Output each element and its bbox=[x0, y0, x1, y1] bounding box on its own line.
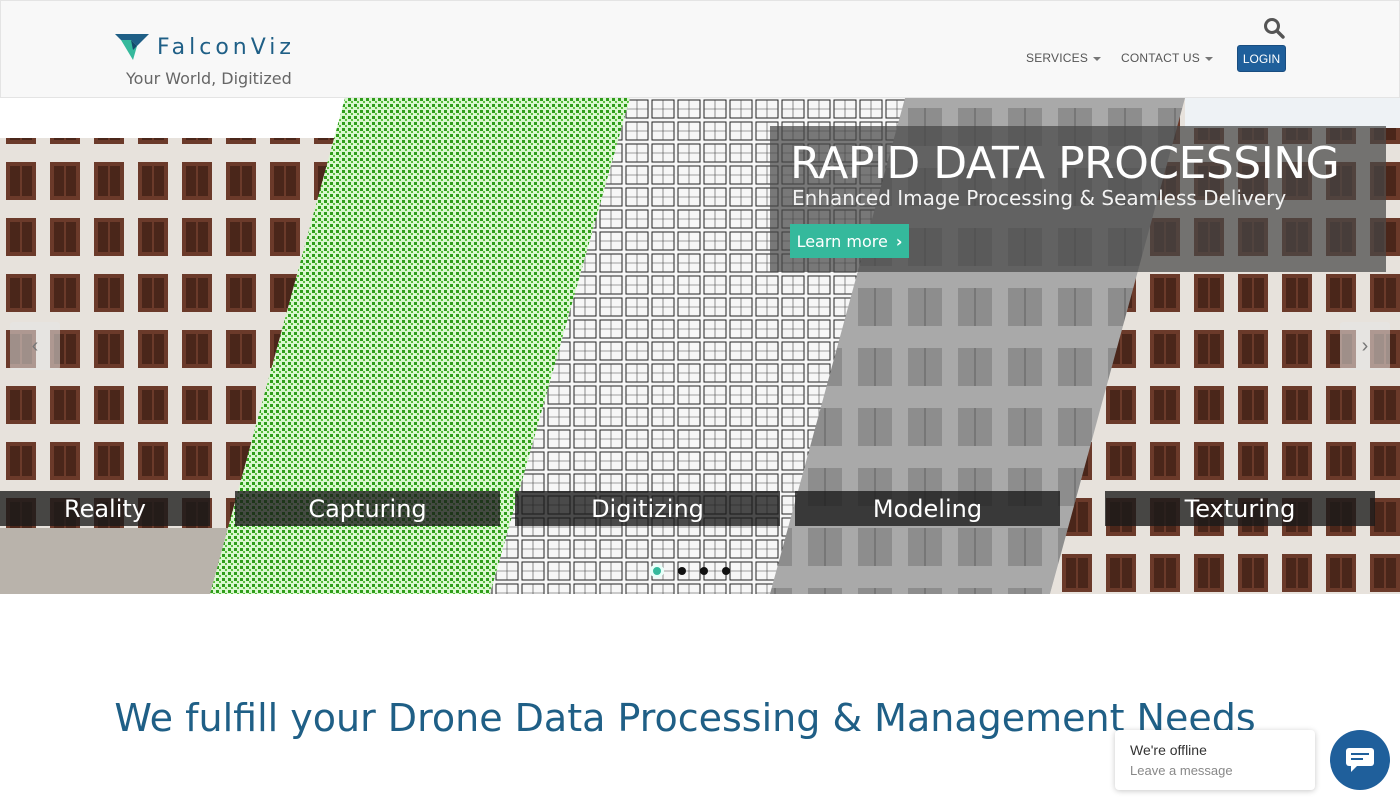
stage-label: Modeling bbox=[795, 491, 1060, 526]
caption-subtitle: Enhanced Image Processing & Seamless Del… bbox=[792, 186, 1287, 210]
stage-label: Capturing bbox=[235, 491, 500, 526]
carousel-indicator[interactable] bbox=[650, 564, 664, 578]
caret-down-icon bbox=[1204, 56, 1213, 61]
caption-title: RAPID DATA PROCESSING bbox=[790, 138, 1340, 189]
logo[interactable]: FalconViz bbox=[115, 29, 345, 65]
falcon-logo-icon bbox=[115, 34, 149, 60]
chat-panel[interactable]: We're offline Leave a message bbox=[1115, 730, 1315, 790]
carousel-indicator[interactable] bbox=[700, 567, 708, 575]
carousel-prev-button[interactable]: ‹ bbox=[10, 322, 60, 370]
stage-label: Texturing bbox=[1105, 491, 1375, 526]
chat-status: We're offline bbox=[1130, 742, 1207, 758]
services-menu[interactable]: SERVICES bbox=[1026, 51, 1102, 65]
login-button[interactable]: LOGIN bbox=[1237, 45, 1286, 72]
learn-more-button[interactable]: Learn more › bbox=[790, 224, 909, 258]
contact-menu[interactable]: CONTACT US bbox=[1121, 51, 1213, 65]
chat-prompt: Leave a message bbox=[1130, 763, 1233, 778]
carousel-indicators bbox=[650, 564, 730, 578]
chevron-left-icon: ‹ bbox=[31, 334, 39, 357]
hero-carousel: RAPID DATA PROCESSING Enhanced Image Pro… bbox=[0, 98, 1400, 594]
learn-more-label: Learn more bbox=[796, 231, 888, 251]
chat-icon bbox=[1346, 748, 1374, 772]
carousel-indicator[interactable] bbox=[678, 567, 686, 575]
contact-label: CONTACT US bbox=[1121, 51, 1200, 65]
brand-name: FalconViz bbox=[157, 34, 295, 60]
services-label: SERVICES bbox=[1026, 51, 1089, 65]
stage-label: Reality bbox=[0, 491, 210, 526]
carousel-indicator[interactable] bbox=[722, 567, 730, 575]
chat-button[interactable] bbox=[1330, 730, 1390, 790]
chevron-right-icon: › bbox=[895, 231, 903, 251]
caret-down-icon bbox=[1093, 56, 1102, 61]
stage-label: Digitizing bbox=[515, 491, 780, 526]
chevron-right-icon: › bbox=[1361, 334, 1369, 357]
tagline: Your World, Digitized bbox=[126, 69, 292, 88]
carousel-next-button[interactable]: › bbox=[1340, 322, 1390, 370]
navbar: FalconViz Your World, Digitized SERVICES… bbox=[0, 0, 1400, 98]
carousel-caption: RAPID DATA PROCESSING Enhanced Image Pro… bbox=[770, 126, 1386, 272]
search-icon[interactable] bbox=[1263, 17, 1285, 39]
